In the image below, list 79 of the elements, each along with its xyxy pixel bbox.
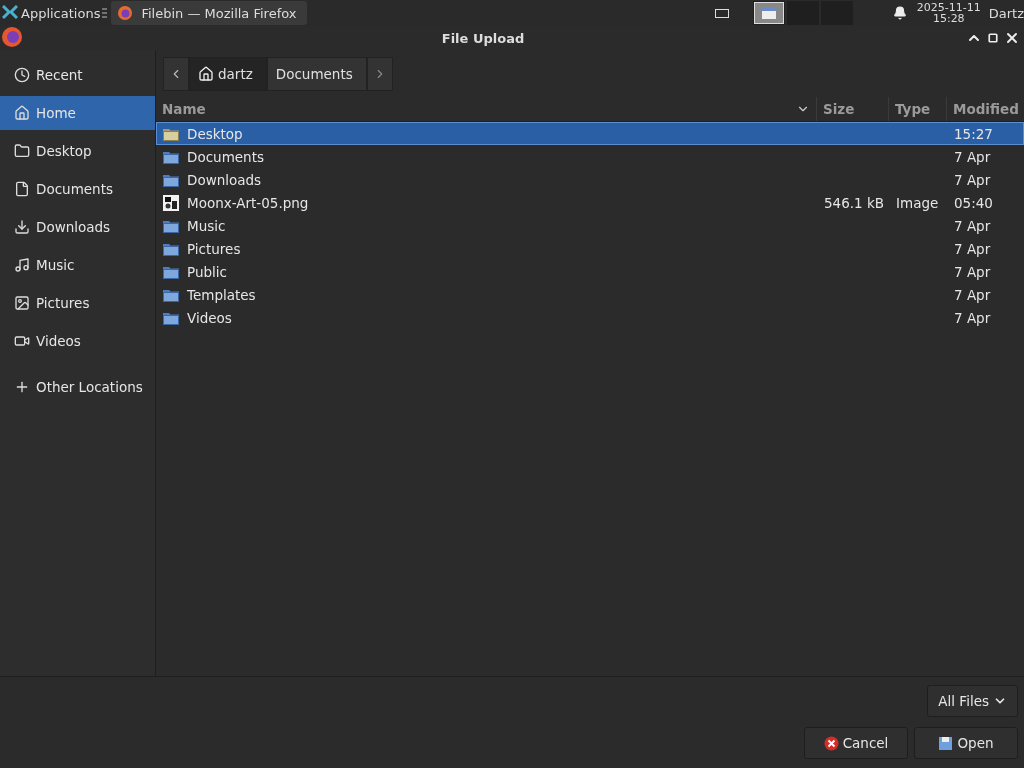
sidebar-item[interactable]: Home [0,96,155,130]
file-modified: 7 Apr [954,286,991,303]
file-modified: 7 Apr [954,263,991,280]
sidebar-item[interactable]: Videos [0,324,155,358]
filter-dropdown[interactable]: All Files [927,685,1018,717]
file-row[interactable]: Music 7 Apr [156,214,1024,237]
file-row[interactable]: Moonx-Art-05.png 546.1 kB Image 05:40 [156,191,1024,214]
folder-icon [163,126,179,141]
cancel-button[interactable]: Cancel [804,727,908,759]
close-icon[interactable] [1004,30,1020,46]
file-row[interactable]: Downloads 7 Apr [156,168,1024,191]
user-menu[interactable]: Dartz [988,5,1024,21]
file-row[interactable]: Documents 7 Apr [156,145,1024,168]
file-name: Documents [187,148,264,165]
file-name: Music [187,217,226,234]
sidebar-item[interactable]: Pictures [0,286,155,320]
folder-icon [163,264,179,279]
sidebar-item[interactable]: Desktop [0,134,155,168]
file-modified: 7 Apr [954,171,991,188]
sidebar-item[interactable]: Music [0,248,155,282]
maximize-icon[interactable] [988,33,998,43]
column-header[interactable]: Size [816,97,888,121]
file-name: Pictures [187,240,241,257]
file-row[interactable]: Pictures 7 Apr [156,237,1024,260]
bell-icon[interactable] [892,6,907,20]
file-size: 546.1 kB [824,194,885,211]
image-icon [14,295,30,311]
home-icon [198,66,214,82]
browser-icon [117,5,134,21]
sidebar-item[interactable]: Documents [0,172,155,206]
file-modified: 7 Apr [954,217,991,234]
video-icon [14,333,30,349]
folder-icon [163,287,179,302]
workspace-thumbnail[interactable] [752,1,785,25]
column-header[interactable]: Name [156,97,816,121]
file-name: Public [187,263,227,280]
folder-icon [163,310,179,325]
file-name: Desktop [187,125,243,142]
folder-icon [14,143,30,159]
open-button[interactable]: Open [914,727,1018,759]
file-row[interactable]: Desktop 15:27 [156,122,1024,145]
taskbar-button[interactable]: Filebin — Mozilla Firefox [111,1,307,25]
path-button[interactable]: Documents [266,57,367,91]
plus-icon [14,379,30,395]
browser-icon [1,26,23,48]
menu-icon [102,8,108,18]
cancel-icon [823,735,839,751]
file-type: Image [896,194,939,211]
file-name: Moonx-Art-05.png [187,194,309,211]
column-header[interactable]: Type [888,97,946,121]
clock[interactable]: 2025-11-11 15:28 [916,2,981,24]
folder-icon [163,241,179,256]
file-name: Downloads [187,171,262,188]
sidebar-item[interactable]: Recent [0,58,155,92]
home-icon [14,105,30,121]
path-button[interactable]: dartz [189,57,267,91]
sidebar-item[interactable]: Other Locations [0,370,155,404]
window-title: File Upload [441,30,525,46]
sidebar-item[interactable]: Downloads [0,210,155,244]
music-icon [14,257,30,273]
file-name: Templates [187,286,256,303]
file-modified: 15:27 [954,125,993,142]
app-menu-icon [2,5,18,21]
file-modified: 7 Apr [954,148,991,165]
file-modified: 7 Apr [954,240,991,257]
folder-icon [163,149,179,164]
folder-icon [163,218,179,233]
applications-menu[interactable]: Applications [0,0,103,26]
download-icon [14,219,30,235]
window-icon[interactable] [714,8,729,18]
file-row[interactable]: Templates 7 Apr [156,283,1024,306]
file-modified: 7 Apr [954,309,991,326]
file-name: Videos [187,309,232,326]
column-header[interactable]: Modified [946,97,1024,121]
folder-icon [163,172,179,187]
clock-icon [14,67,30,83]
file-row[interactable]: Videos 7 Apr [156,306,1024,329]
file-row[interactable]: Public 7 Apr [156,260,1024,283]
file-modified: 05:40 [954,194,993,211]
